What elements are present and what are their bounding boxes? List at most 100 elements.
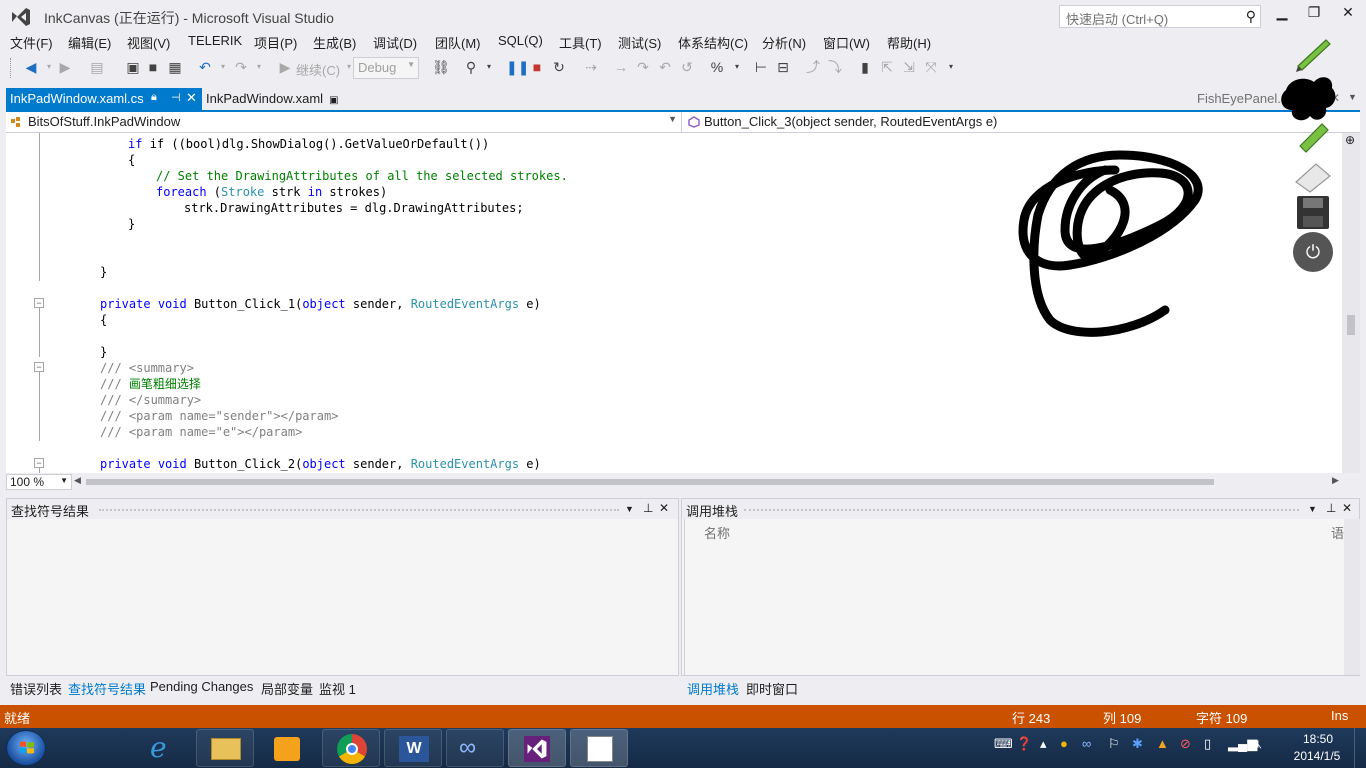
pane-grip[interactable] bbox=[744, 509, 1299, 513]
tab-immediate-window[interactable]: 即时窗口 bbox=[746, 679, 798, 698]
taskbar-inkcanvas-app[interactable] bbox=[570, 729, 628, 767]
restart-icon[interactable]: ↻ bbox=[550, 58, 568, 76]
scrollbar-thumb[interactable] bbox=[1347, 315, 1355, 335]
save-all-icon[interactable]: ▦ bbox=[166, 58, 184, 76]
collapse-toggle-icon[interactable]: − bbox=[34, 458, 44, 468]
pane-dropdown-icon[interactable]: ▼ bbox=[1308, 504, 1317, 514]
taskbar-ie[interactable]: e bbox=[136, 729, 194, 767]
menu-view[interactable]: 视图(V) bbox=[127, 33, 170, 52]
start-button[interactable] bbox=[6, 730, 46, 766]
pane-grip[interactable] bbox=[99, 509, 619, 513]
next-bookmark-icon[interactable]: ⇲ bbox=[900, 58, 918, 76]
undo-icon[interactable]: ↶ bbox=[196, 58, 214, 76]
stack-frame-icon[interactable]: ⊟ bbox=[774, 58, 792, 76]
menu-sql[interactable]: SQL(Q) bbox=[498, 33, 543, 48]
menu-build[interactable]: 生成(B) bbox=[313, 33, 356, 52]
hex-dropdown-icon[interactable]: ▾ bbox=[728, 58, 746, 76]
comment-icon[interactable]: ⤴ bbox=[804, 58, 822, 76]
collapse-toggle-icon[interactable]: − bbox=[34, 362, 44, 372]
menu-tools[interactable]: 工具(T) bbox=[559, 33, 602, 52]
sync-icon[interactable]: ∞ bbox=[1082, 736, 1091, 751]
minimize-button[interactable]: ▁ bbox=[1270, 4, 1294, 26]
close-icon[interactable]: ✕ bbox=[1342, 501, 1352, 515]
bookmark-icon[interactable]: ▮ bbox=[856, 58, 874, 76]
volume-muted-icon[interactable]: 🔇︎ bbox=[1254, 736, 1262, 752]
code-editor[interactable]: − − − if if ((bool)dlg.ShowDialog().GetV… bbox=[6, 133, 1342, 473]
menu-edit[interactable]: 编辑(E) bbox=[68, 33, 111, 52]
step-into-icon[interactable]: → bbox=[612, 58, 630, 76]
tab-call-stack[interactable]: 调用堆栈 bbox=[687, 679, 739, 698]
navigate-forward-icon[interactable]: ▶ bbox=[56, 58, 74, 76]
pin-icon[interactable]: ⊥ bbox=[643, 501, 653, 515]
taskbar-explorer[interactable] bbox=[196, 729, 254, 767]
taskbar-media-player[interactable] bbox=[258, 729, 316, 767]
restore-button[interactable]: ❐ bbox=[1302, 4, 1326, 26]
alert-icon[interactable]: ▲ bbox=[1156, 736, 1169, 751]
menu-architecture[interactable]: 体系结构(C) bbox=[678, 33, 748, 52]
zoom-select[interactable]: 100 % ▼ bbox=[6, 474, 72, 490]
taskbar-app-infinity[interactable]: ∞ bbox=[446, 729, 504, 767]
help-icon[interactable]: ❓ bbox=[1016, 736, 1032, 752]
continue-icon[interactable]: ▶ bbox=[276, 58, 294, 76]
taskbar-visual-studio[interactable] bbox=[508, 729, 566, 767]
clock-time[interactable]: 18:50 bbox=[1298, 732, 1338, 746]
pane-dropdown-icon[interactable]: ▼ bbox=[625, 504, 634, 514]
taskbar-word[interactable]: W bbox=[384, 729, 442, 767]
close-tab-icon[interactable]: ✕ bbox=[186, 90, 197, 106]
navigate-back-icon[interactable]: ◀ bbox=[22, 58, 40, 76]
tab-inkpadwindow-xaml[interactable]: InkPadWindow.xaml ▣ bbox=[206, 91, 339, 106]
split-editor-icon[interactable]: ⊕ bbox=[1345, 133, 1355, 147]
save-icon[interactable]: ■ bbox=[144, 58, 162, 76]
menu-telerik[interactable]: TELERIK bbox=[188, 33, 242, 48]
menu-file[interactable]: 文件(F) bbox=[10, 33, 53, 52]
toolbar-overflow-icon[interactable]: ▾ bbox=[942, 58, 960, 76]
show-next-statement-icon[interactable]: ⇢ bbox=[582, 58, 600, 76]
show-desktop-button[interactable] bbox=[1354, 728, 1366, 768]
device-icon[interactable]: ▯ bbox=[1204, 736, 1211, 752]
clock-date[interactable]: 2014/1/5 bbox=[1286, 749, 1348, 763]
tab-watch-1[interactable]: 监视 1 bbox=[319, 679, 356, 698]
blocked-icon[interactable]: ⊘ bbox=[1180, 736, 1191, 752]
continue-label[interactable]: 继续(C) bbox=[296, 60, 340, 79]
toolbar-grip[interactable] bbox=[10, 58, 14, 78]
scroll-right-icon[interactable]: ▶ bbox=[1332, 475, 1339, 486]
step-back-icon[interactable]: ↺ bbox=[678, 58, 696, 76]
open-file-icon[interactable]: ▣ bbox=[124, 58, 142, 76]
tab-pending-changes[interactable]: Pending Changes bbox=[150, 679, 253, 694]
pin-icon[interactable]: ⊥ bbox=[1326, 501, 1336, 515]
menu-test[interactable]: 测试(S) bbox=[618, 33, 661, 52]
keyboard-icon[interactable]: ⌨ bbox=[994, 736, 1013, 752]
threads-icon[interactable]: ⊢ bbox=[752, 58, 770, 76]
member-dropdown[interactable]: Button_Click_3(object sender, RoutedEven… bbox=[684, 112, 1360, 132]
hex-display-icon[interactable]: % bbox=[708, 58, 726, 76]
redo-icon[interactable]: ↷ bbox=[232, 58, 250, 76]
collapse-toggle-icon[interactable]: − bbox=[34, 298, 44, 308]
menu-analyze[interactable]: 分析(N) bbox=[762, 33, 806, 52]
close-window-button[interactable]: ✕ bbox=[1336, 4, 1360, 26]
attach-process-icon[interactable]: ⛓ bbox=[432, 58, 450, 76]
clear-bookmarks-icon[interactable]: ⤧ bbox=[922, 58, 940, 76]
power-icon[interactable]: ⏻ bbox=[1293, 232, 1333, 272]
save-icon[interactable] bbox=[1292, 194, 1334, 232]
prev-bookmark-icon[interactable]: ⇱ bbox=[878, 58, 896, 76]
green-marker-icon[interactable] bbox=[1292, 116, 1334, 154]
horizontal-scrollbar-thumb[interactable] bbox=[86, 479, 1214, 485]
pin-icon[interactable]: ⊣ bbox=[171, 91, 181, 104]
tab-locals[interactable]: 局部变量 bbox=[261, 679, 313, 698]
redo-dropdown-icon[interactable]: ▾ bbox=[250, 58, 268, 76]
network-app-icon[interactable]: ● bbox=[1060, 736, 1068, 751]
break-all-icon[interactable]: ❚❚ bbox=[506, 58, 529, 76]
menu-window[interactable]: 窗口(W) bbox=[823, 33, 870, 52]
column-header-name[interactable]: 名称 bbox=[704, 523, 730, 542]
pane-splitter[interactable] bbox=[6, 491, 1360, 497]
new-project-icon[interactable]: ▤ bbox=[88, 58, 106, 76]
menu-project[interactable]: 项目(P) bbox=[254, 33, 297, 52]
green-pen-icon[interactable] bbox=[1292, 34, 1334, 72]
eraser-icon[interactable] bbox=[1292, 156, 1334, 194]
security-icon[interactable]: ⚐ bbox=[1108, 736, 1120, 752]
tab-find-symbol-results[interactable]: 查找符号结果 bbox=[68, 679, 146, 698]
taskbar-chrome[interactable] bbox=[322, 729, 380, 767]
menu-debug[interactable]: 调试(D) bbox=[373, 33, 417, 52]
scroll-left-icon[interactable]: ◀ bbox=[74, 475, 81, 486]
bluetooth-icon[interactable]: ✱ bbox=[1132, 736, 1143, 752]
